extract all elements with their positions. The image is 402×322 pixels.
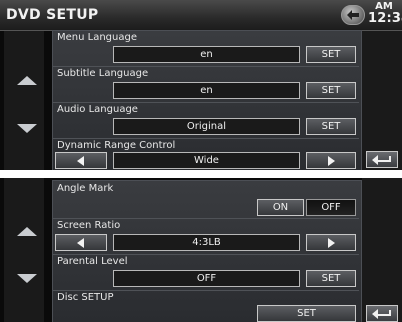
subtitle-language-value: en — [113, 82, 300, 99]
right-column — [362, 178, 402, 322]
back-button[interactable] — [341, 5, 365, 25]
menu-language-row: Menu Language en SET — [53, 31, 359, 65]
audio-language-label: Audio Language — [57, 104, 138, 115]
screen-ratio-prev-button[interactable] — [55, 234, 107, 251]
disc-setup-row: Disc SETUP SET — [53, 291, 359, 322]
page-title: DVD SETUP — [6, 7, 99, 23]
audio-language-value: Original — [113, 118, 300, 135]
disc-setup-set-button[interactable]: SET — [257, 305, 356, 322]
parental-level-label: Parental Level — [57, 256, 128, 267]
left-scroll-column — [4, 178, 44, 322]
subtitle-language-row: Subtitle Language en SET — [53, 67, 359, 101]
angle-mark-label: Angle Mark — [57, 183, 114, 194]
disc-setup-label: Disc SETUP — [57, 292, 114, 303]
dynamic-range-value: Wide — [113, 152, 300, 169]
dynamic-range-label: Dynamic Range Control — [57, 140, 176, 151]
audio-language-set-button[interactable]: SET — [306, 118, 356, 135]
triangle-left-icon — [77, 155, 84, 166]
dynamic-range-row: Dynamic Range Control Wide — [53, 139, 359, 170]
menu-language-value: en — [113, 46, 300, 63]
subtitle-language-label: Subtitle Language — [57, 68, 149, 79]
dynamic-range-next-button[interactable] — [306, 152, 356, 169]
clock: AM 12:34 — [368, 2, 402, 26]
return-button[interactable] — [366, 305, 398, 322]
return-button[interactable] — [366, 151, 398, 168]
dynamic-range-prev-button[interactable] — [55, 152, 107, 169]
parental-level-row: Parental Level OFF SET — [53, 255, 359, 289]
dvd-setup-screen-2: Angle Mark ON OFF Screen Ratio 4:3LB Par… — [0, 178, 402, 322]
parental-level-set-button[interactable]: SET — [306, 270, 356, 287]
menu-language-set-button[interactable]: SET — [306, 46, 356, 63]
menu-language-label: Menu Language — [57, 32, 137, 43]
scroll-up-icon[interactable] — [17, 227, 37, 236]
left-scroll-column — [4, 31, 44, 170]
scroll-down-icon[interactable] — [17, 274, 37, 283]
triangle-left-icon — [77, 237, 84, 248]
title-bar: DVD SETUP AM 12:34 — [0, 0, 402, 31]
clock-time: 12:34 — [368, 11, 402, 26]
angle-mark-on-button[interactable]: ON — [257, 199, 304, 216]
screen-ratio-row: Screen Ratio 4:3LB — [53, 219, 359, 253]
screen-ratio-next-button[interactable] — [306, 234, 356, 251]
return-arrow-icon — [372, 154, 391, 165]
parental-level-value: OFF — [113, 270, 300, 287]
angle-mark-row: Angle Mark ON OFF — [53, 182, 359, 218]
audio-language-row: Audio Language Original SET — [53, 103, 359, 137]
triangle-right-icon — [328, 237, 335, 248]
return-arrow-icon — [372, 308, 391, 319]
scroll-up-icon[interactable] — [17, 76, 37, 85]
subtitle-language-set-button[interactable]: SET — [306, 82, 356, 99]
triangle-right-icon — [328, 155, 335, 166]
angle-mark-off-button[interactable]: OFF — [306, 199, 356, 216]
screen-ratio-label: Screen Ratio — [57, 220, 121, 231]
back-arrow-icon — [347, 10, 359, 20]
right-column — [362, 31, 402, 170]
dvd-setup-screen-1: DVD SETUP AM 12:34 Menu Language en SET … — [0, 0, 402, 170]
scroll-down-icon[interactable] — [17, 124, 37, 133]
screen-ratio-value: 4:3LB — [113, 234, 300, 251]
